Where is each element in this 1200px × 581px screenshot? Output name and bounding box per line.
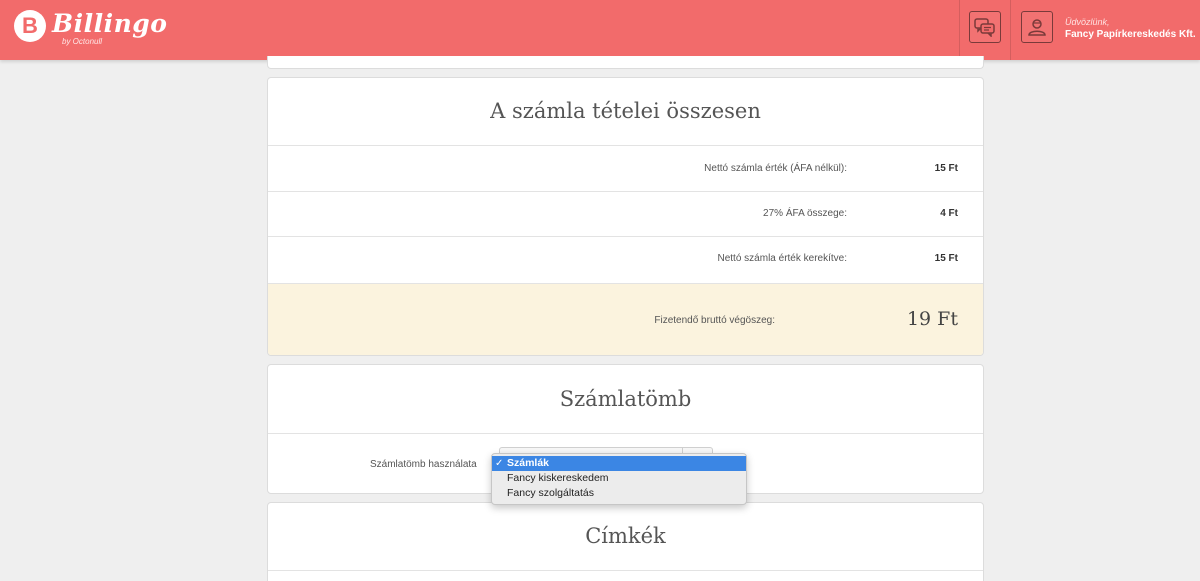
totals-row: 27% ÁFA összege: 4 Ft [268, 191, 983, 236]
tags-row [268, 570, 983, 581]
row-value: 15 Ft [934, 163, 958, 174]
totals-card: A számla tételei összesen Nettó számla é… [267, 77, 984, 356]
grand-total-row: Fizetendő bruttó végöszeg: 19 Ft [268, 283, 983, 355]
chat-icon [974, 18, 995, 37]
logo-mark: B [14, 10, 46, 42]
chat-button[interactable] [969, 11, 1001, 43]
totals-row: Nettó számla érték (ÁFA nélkül): 15 Ft [268, 145, 983, 191]
tags-card: Címkék [267, 502, 984, 581]
header-divider [959, 0, 960, 60]
grand-total-value: 19 Ft [906, 308, 958, 330]
row-value: 4 Ft [940, 208, 958, 219]
logo-subtitle: by Octonull [62, 37, 103, 46]
billingo-logo[interactable]: B Billingo by Octonull [14, 10, 167, 50]
dropdown-option-szolgaltatas[interactable]: Fancy szolgáltatás [492, 486, 746, 501]
welcome-greeting: Üdvözlünk, [1065, 17, 1110, 27]
top-header: B Billingo by Octonull Üdvözlünk, Fancy … [0, 0, 1200, 60]
invoice-pad-field-label: Számlatömb használata [370, 459, 477, 470]
grand-total-label: Fizetendő bruttó végöszeg: [654, 315, 775, 326]
row-value: 15 Ft [934, 253, 958, 264]
invoice-pad-title: Számlatömb [559, 387, 692, 411]
totals-title: A számla tételei összesen [490, 99, 761, 123]
welcome-block[interactable]: Üdvözlünk, Fancy Papírkereskedés Kft. [1065, 16, 1196, 41]
dropdown-option-kiskereskedem[interactable]: Fancy kiskereskedem [492, 471, 746, 486]
dropdown-option-szamlak[interactable]: ✓ Számlák [492, 456, 746, 471]
row-label: Nettó számla érték kerekítve: [717, 253, 848, 264]
row-label: Nettó számla érték (ÁFA nélkül): [704, 163, 847, 174]
logo-name: Billingo [52, 9, 168, 38]
profile-button[interactable] [1021, 11, 1053, 43]
tags-title: Címkék [585, 524, 666, 548]
previous-card [267, 56, 984, 69]
checkmark-icon: ✓ [495, 458, 504, 469]
header-divider [1010, 0, 1011, 60]
row-label: 27% ÁFA összege: [763, 208, 847, 219]
totals-row: Nettó számla érték kerekítve: 15 Ft [268, 236, 983, 283]
invoice-pad-dropdown-menu[interactable]: ✓ Számlák Fancy kiskereskedem Fancy szol… [491, 453, 747, 505]
company-name: Fancy Papírkereskedés Kft. [1065, 29, 1196, 40]
user-icon [1028, 19, 1046, 36]
